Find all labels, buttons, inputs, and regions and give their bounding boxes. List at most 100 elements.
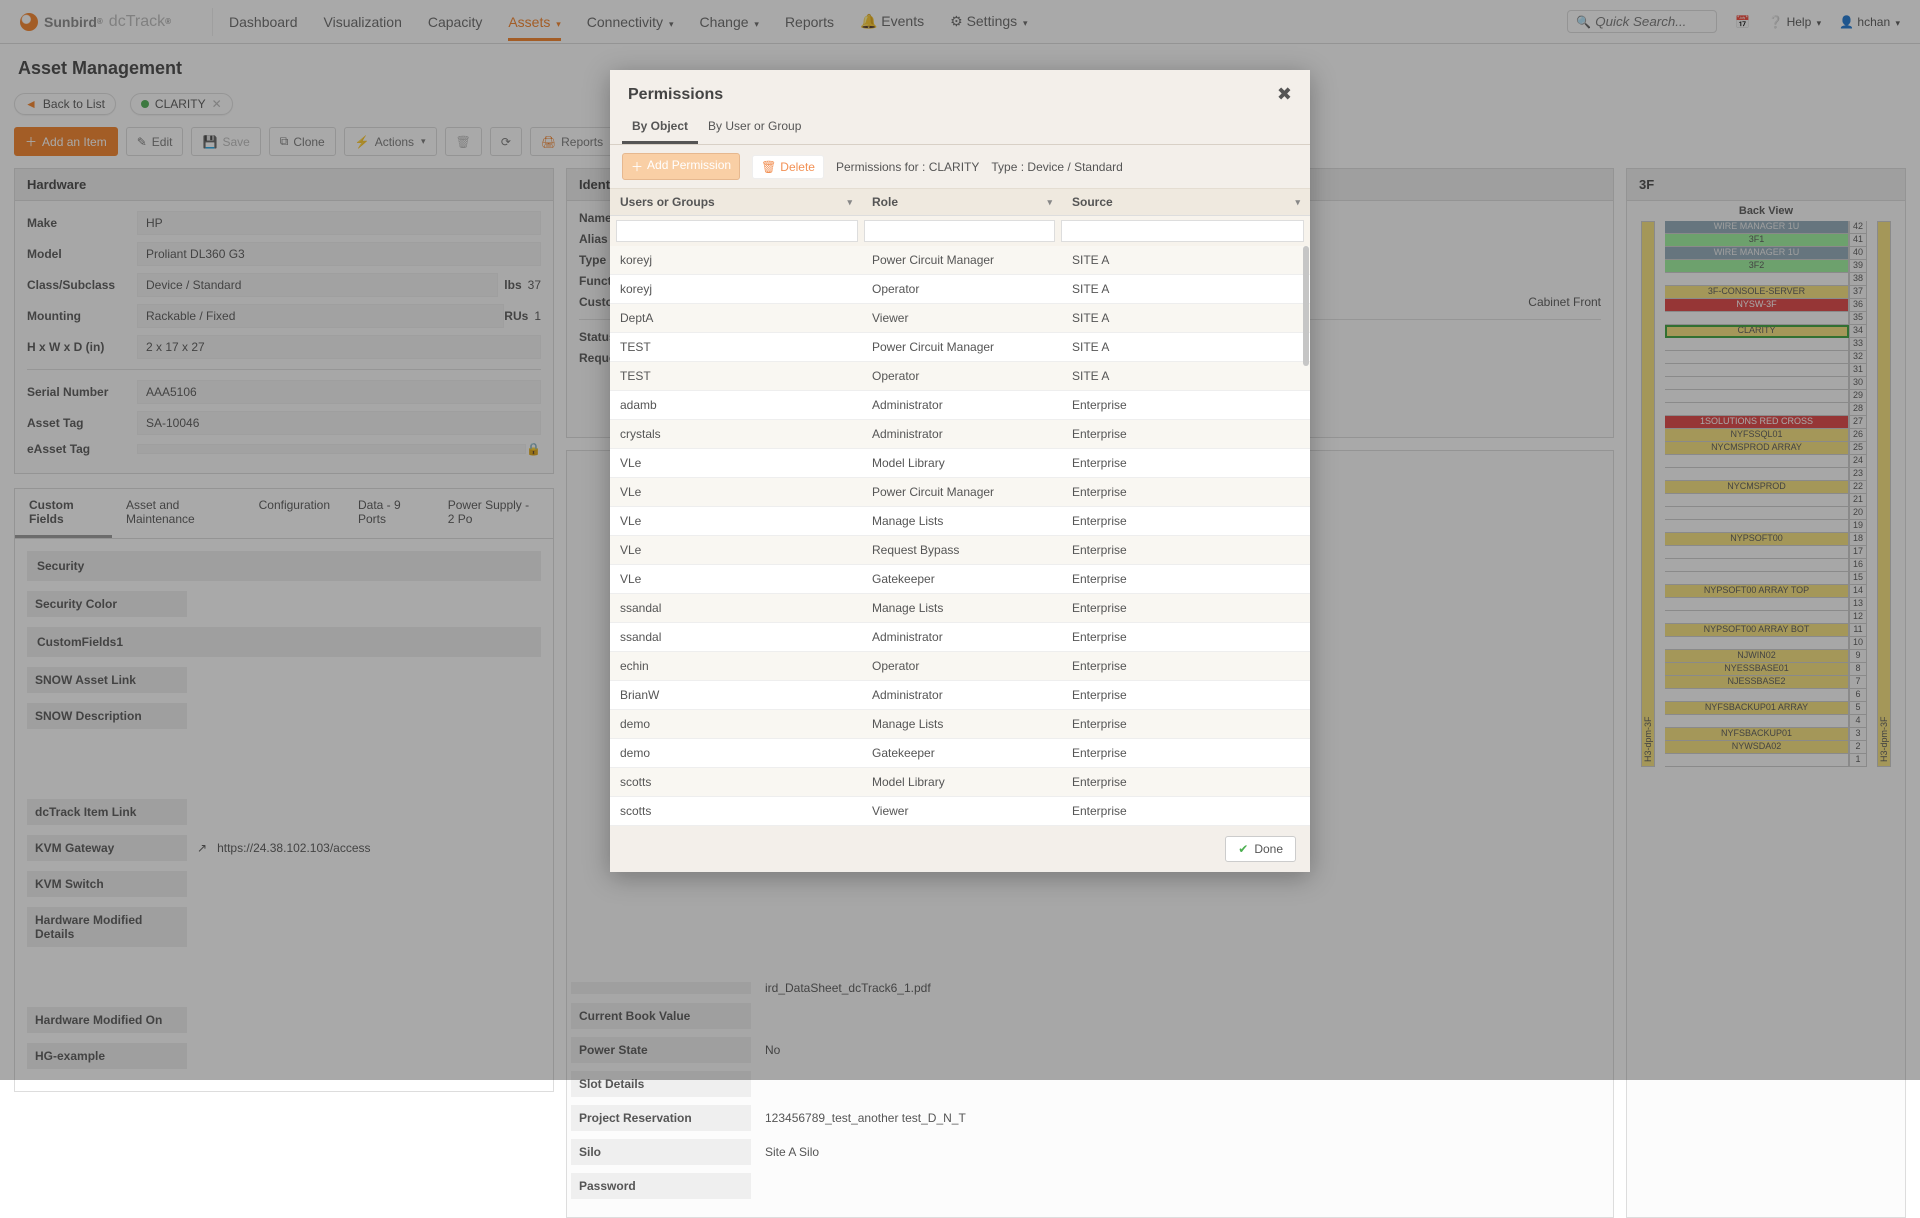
permission-row[interactable]: VLeManage ListsEnterprise (610, 507, 1310, 536)
cell-role: Viewer (862, 304, 1062, 332)
cell-role: Model Library (862, 768, 1062, 796)
col-role[interactable]: Role▾ (862, 189, 1062, 215)
chevron-down-icon: ▾ (847, 197, 852, 208)
cell-source: SITE A (1062, 362, 1310, 390)
cell-user: koreyj (610, 275, 862, 303)
modal-tabs: By ObjectBy User or Group (610, 111, 1310, 145)
plus-icon: ＋ (631, 158, 643, 175)
cell-role: Administrator (862, 391, 1062, 419)
permission-row[interactable]: ssandalAdministratorEnterprise (610, 623, 1310, 652)
details-row: SiloSite A Silo (571, 1139, 1601, 1165)
cell-user: TEST (610, 333, 862, 361)
done-label: Done (1254, 842, 1283, 856)
permission-row[interactable]: koreyjPower Circuit ManagerSITE A (610, 246, 1310, 275)
details-value: Site A Silo (751, 1145, 1601, 1159)
permission-row[interactable]: scottsViewerEnterprise (610, 797, 1310, 826)
cell-user: scotts (610, 768, 862, 796)
grid-header: Users or Groups▾ Role▾ Source▾ (610, 189, 1310, 216)
permission-row[interactable]: TESTOperatorSITE A (610, 362, 1310, 391)
permissions-grid: Users or Groups▾ Role▾ Source▾ koreyjPow… (610, 189, 1310, 826)
cell-source: Enterprise (1062, 710, 1310, 738)
delete-permission-button[interactable]: 🗑Delete (752, 155, 824, 179)
col-users[interactable]: Users or Groups▾ (610, 189, 862, 215)
delete-permission-label: Delete (780, 160, 815, 174)
done-button[interactable]: ✔ Done (1225, 836, 1296, 862)
cell-user: adamb (610, 391, 862, 419)
permission-row[interactable]: ssandalManage ListsEnterprise (610, 594, 1310, 623)
cell-user: VLe (610, 565, 862, 593)
cell-user: ssandal (610, 594, 862, 622)
cell-role: Operator (862, 652, 1062, 680)
cell-source: Enterprise (1062, 652, 1310, 680)
cell-source: Enterprise (1062, 594, 1310, 622)
permission-row[interactable]: VLeModel LibraryEnterprise (610, 449, 1310, 478)
modal-close-button[interactable]: ✖ (1277, 84, 1292, 105)
grid-filters (610, 216, 1310, 246)
cell-role: Administrator (862, 681, 1062, 709)
permission-row[interactable]: koreyjOperatorSITE A (610, 275, 1310, 304)
type-label: Type : (991, 160, 1024, 174)
permission-row[interactable]: adambAdministratorEnterprise (610, 391, 1310, 420)
permission-row[interactable]: crystalsAdministratorEnterprise (610, 420, 1310, 449)
permission-row[interactable]: TESTPower Circuit ManagerSITE A (610, 333, 1310, 362)
permission-row[interactable]: VLePower Circuit ManagerEnterprise (610, 478, 1310, 507)
cell-source: Enterprise (1062, 739, 1310, 767)
cell-user: VLe (610, 536, 862, 564)
col-source[interactable]: Source▾ (1062, 189, 1310, 215)
cell-source: Enterprise (1062, 623, 1310, 651)
modal-tab-by-object[interactable]: By Object (622, 111, 698, 144)
col-role-label: Role (872, 195, 898, 209)
permissions-for: Permissions for : CLARITY (836, 160, 979, 174)
permission-row[interactable]: scottsModel LibraryEnterprise (610, 768, 1310, 797)
cell-role: Model Library (862, 449, 1062, 477)
details-row: Password (571, 1173, 1601, 1199)
cell-user: koreyj (610, 246, 862, 274)
cell-user: demo (610, 710, 862, 738)
cell-source: SITE A (1062, 304, 1310, 332)
cell-source: Enterprise (1062, 768, 1310, 796)
cell-role: Gatekeeper (862, 565, 1062, 593)
add-permission-button[interactable]: ＋Add Permission (622, 153, 740, 180)
cell-user: VLe (610, 449, 862, 477)
modal-overlay: Permissions ✖ By ObjectBy User or Group … (0, 0, 1920, 1080)
cell-role: Manage Lists (862, 710, 1062, 738)
modal-tab-by-user-or-group[interactable]: By User or Group (698, 111, 811, 144)
cell-user: BrianW (610, 681, 862, 709)
cell-role: Viewer (862, 797, 1062, 825)
permission-row[interactable]: VLeRequest BypassEnterprise (610, 536, 1310, 565)
details-row: Project Reservation123456789_test_anothe… (571, 1105, 1601, 1131)
cell-source: Enterprise (1062, 507, 1310, 535)
grid-body: koreyjPower Circuit ManagerSITE AkoreyjO… (610, 246, 1310, 826)
cell-source: Enterprise (1062, 681, 1310, 709)
filter-role[interactable] (864, 220, 1055, 242)
scrollbar-thumb[interactable] (1303, 246, 1309, 366)
filter-source[interactable] (1061, 220, 1304, 242)
cell-role: Power Circuit Manager (862, 478, 1062, 506)
cell-role: Request Bypass (862, 536, 1062, 564)
for-label: Permissions for : (836, 160, 925, 174)
permission-row[interactable]: echinOperatorEnterprise (610, 652, 1310, 681)
details-value: 123456789_test_another test_D_N_T (751, 1111, 1601, 1125)
cell-source: Enterprise (1062, 797, 1310, 825)
cell-user: VLe (610, 478, 862, 506)
cell-user: ssandal (610, 623, 862, 651)
cell-role: Manage Lists (862, 594, 1062, 622)
cell-source: Enterprise (1062, 478, 1310, 506)
cell-user: VLe (610, 507, 862, 535)
chevron-down-icon: ▾ (1295, 197, 1300, 208)
cell-role: Manage Lists (862, 507, 1062, 535)
filter-users[interactable] (616, 220, 858, 242)
cell-source: Enterprise (1062, 449, 1310, 477)
permission-row[interactable]: VLeGatekeeperEnterprise (610, 565, 1310, 594)
for-value: CLARITY (929, 160, 980, 174)
cell-role: Power Circuit Manager (862, 333, 1062, 361)
permission-row[interactable]: BrianWAdministratorEnterprise (610, 681, 1310, 710)
cell-source: Enterprise (1062, 420, 1310, 448)
permission-row[interactable]: demoManage ListsEnterprise (610, 710, 1310, 739)
permission-row[interactable]: DeptAViewerSITE A (610, 304, 1310, 333)
cell-user: demo (610, 739, 862, 767)
cell-role: Gatekeeper (862, 739, 1062, 767)
permission-row[interactable]: demoGatekeeperEnterprise (610, 739, 1310, 768)
check-icon: ✔ (1238, 842, 1248, 856)
cell-source: Enterprise (1062, 391, 1310, 419)
